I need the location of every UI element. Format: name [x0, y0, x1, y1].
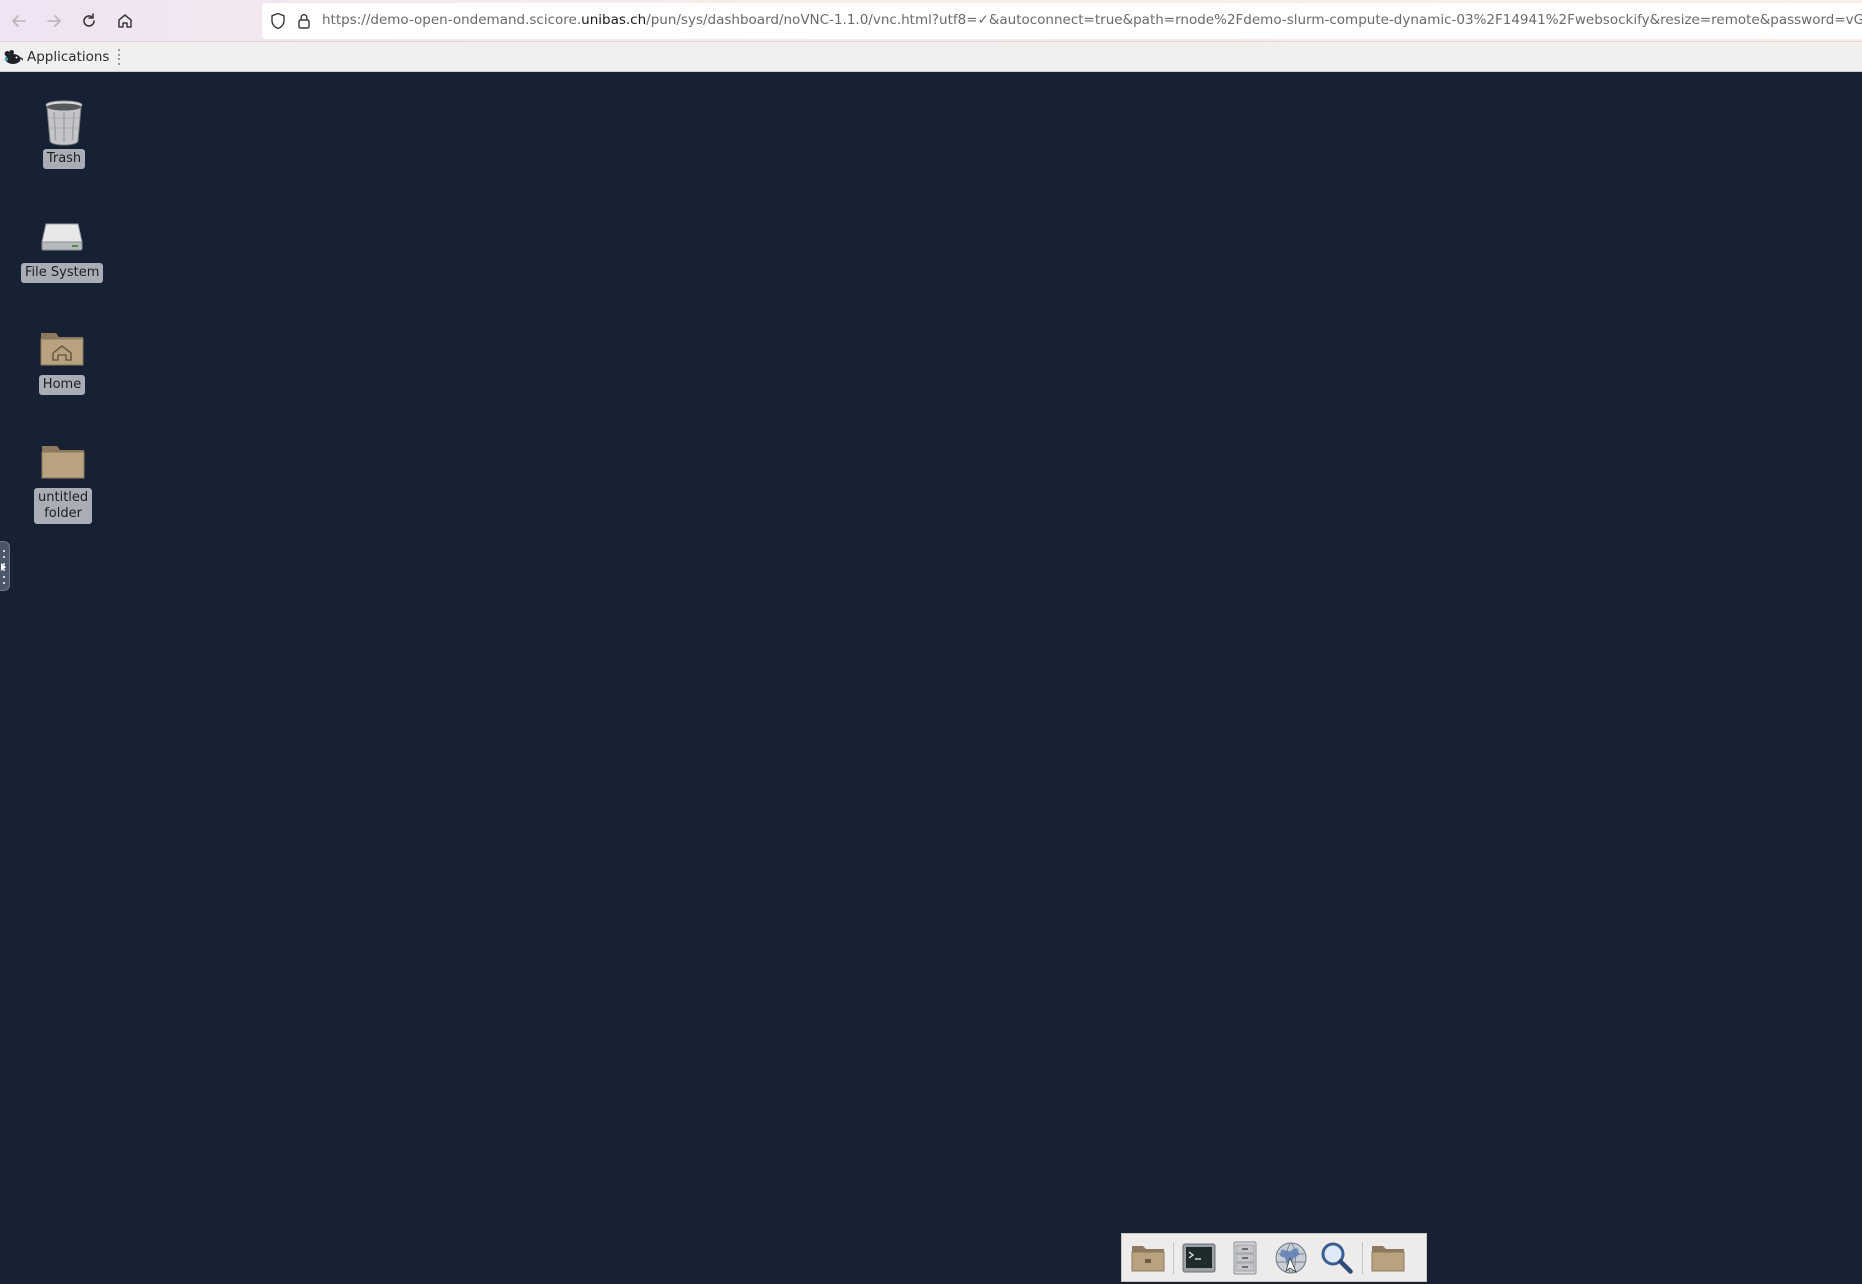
- folder-icon: [39, 437, 87, 485]
- screen: https://demo-open-ondemand.scicore.uniba…: [0, 0, 1862, 1284]
- url-domain: unibas.ch: [581, 12, 647, 28]
- forward-arrow-icon: [47, 15, 61, 27]
- search-icon: [1321, 1242, 1353, 1274]
- dock-item-file-cabinet[interactable]: [1223, 1235, 1267, 1280]
- desktop-icon-file-system[interactable]: File System: [21, 212, 104, 283]
- lock-icon[interactable]: [294, 11, 314, 31]
- url-prefix: https://demo-open-ondemand.scicore.: [322, 12, 582, 28]
- forward-button[interactable]: [39, 6, 69, 36]
- expand-arrow-icon: [1, 563, 6, 571]
- xfce-mouse-logo-icon: [4, 50, 23, 64]
- home-icon: [118, 14, 132, 28]
- folder-icon: [1371, 1245, 1405, 1271]
- applications-menu-button[interactable]: Applications: [3, 45, 109, 69]
- desktop-icon-untitled-folder[interactable]: untitled folder: [34, 437, 93, 524]
- desktop-icon-trash[interactable]: Trash: [40, 98, 88, 169]
- desktop-icon-label: Home: [38, 375, 86, 395]
- reload-button[interactable]: [74, 6, 104, 36]
- terminal-icon: [1182, 1243, 1216, 1272]
- desktop-icon-label: File System: [21, 263, 104, 283]
- dock-item-search[interactable]: [1315, 1235, 1359, 1280]
- desktop-icon-label-line: folder: [44, 506, 82, 521]
- reload-icon: [83, 13, 95, 27]
- home-button[interactable]: [110, 6, 140, 36]
- desktop-icon-label-line: untitled: [38, 490, 89, 505]
- dock-panel: [1121, 1233, 1427, 1282]
- desktop-icon-label: untitled folder: [34, 488, 93, 524]
- browser-toolbar: https://demo-open-ondemand.scicore.uniba…: [0, 0, 1862, 42]
- web-browser-icon: [1275, 1242, 1307, 1273]
- applications-label: Applications: [27, 49, 110, 65]
- desktop[interactable]: Trash File System Home untitled folder: [0, 72, 1862, 1284]
- url-text[interactable]: https://demo-open-ondemand.scicore.uniba…: [322, 12, 1862, 28]
- panel-separator-handle[interactable]: [117, 49, 121, 65]
- back-button[interactable]: [4, 6, 34, 36]
- dock-item-web-browser[interactable]: [1269, 1235, 1313, 1280]
- dock-item-folder[interactable]: [1366, 1235, 1410, 1280]
- back-arrow-icon: [12, 15, 26, 27]
- dock-item-terminal[interactable]: [1177, 1235, 1221, 1280]
- url-bar[interactable]: https://demo-open-ondemand.scicore.uniba…: [262, 3, 1862, 39]
- trash-icon: [40, 98, 88, 146]
- home-folder-icon: [38, 324, 86, 372]
- xfce-top-panel: Applications: [0, 42, 1862, 72]
- desktop-icon-home[interactable]: Home: [38, 324, 86, 395]
- desktop-icon-label: Trash: [42, 149, 86, 169]
- file-cabinet-icon: [1233, 1241, 1257, 1274]
- tracking-shield-icon[interactable]: [268, 11, 288, 31]
- url-path: /pun/sys/dashboard/noVNC-1.1.0/vnc.html?…: [646, 12, 1862, 28]
- novnc-control-bar-handle[interactable]: [0, 541, 10, 591]
- dock-item-file-manager[interactable]: [1126, 1235, 1170, 1280]
- drive-icon: [38, 212, 86, 260]
- folder-open-icon: [1131, 1245, 1165, 1271]
